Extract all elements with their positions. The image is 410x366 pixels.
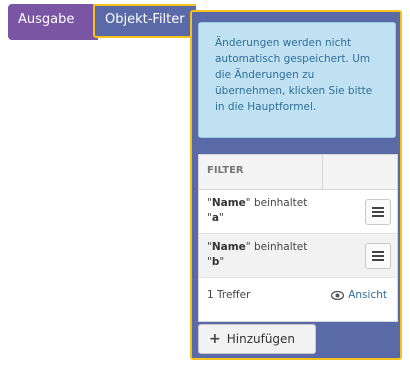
plus-icon: + <box>209 331 221 347</box>
table-row: "Name" beinhaltet "a" <box>199 190 397 234</box>
info-text: Änderungen werden nicht automatisch gesp… <box>215 37 373 113</box>
filter-operator: beinhaltet <box>253 241 308 253</box>
row-menu-button[interactable] <box>365 243 391 269</box>
table-row: "Name" beinhaltet "b" <box>199 234 397 278</box>
tab-objekt-filter[interactable]: Objekt-Filter <box>93 4 196 38</box>
filter-field: Name <box>211 241 246 253</box>
info-box: Änderungen werden nicht automatisch gesp… <box>198 22 396 138</box>
result-count: 1 Treffer <box>207 289 251 301</box>
tab-ausgabe-label: Ausgabe <box>18 12 75 27</box>
row-menu-button[interactable] <box>365 199 391 225</box>
hamburger-icon <box>372 251 384 261</box>
add-button-label: Hinzufügen <box>226 332 296 346</box>
table-footer: 1 Treffer Ansicht <box>199 278 397 312</box>
tab-objekt-filter-label: Objekt-Filter <box>105 12 185 27</box>
filter-condition: "Name" beinhaltet "b" <box>207 241 308 268</box>
filter-operator: beinhaltet <box>253 197 308 209</box>
filter-column-header: FILTER <box>199 155 323 189</box>
filter-value: b <box>211 256 220 268</box>
view-label: Ansicht <box>348 289 387 301</box>
add-filter-button[interactable]: + Hinzufügen <box>198 324 316 354</box>
hamburger-icon <box>372 207 384 217</box>
filter-value: a <box>211 212 219 224</box>
eye-icon <box>331 290 345 300</box>
tab-ausgabe[interactable]: Ausgabe <box>8 4 98 40</box>
filter-condition: "Name" beinhaltet "a" <box>207 197 308 224</box>
filter-panel: Änderungen werden nicht automatisch gesp… <box>190 10 402 360</box>
filter-table: FILTER "Name" beinhaltet "a" "Name" bein… <box>198 154 398 322</box>
view-link[interactable]: Ansicht <box>331 289 387 301</box>
table-header: FILTER <box>199 155 397 190</box>
filter-field: Name <box>211 197 246 209</box>
